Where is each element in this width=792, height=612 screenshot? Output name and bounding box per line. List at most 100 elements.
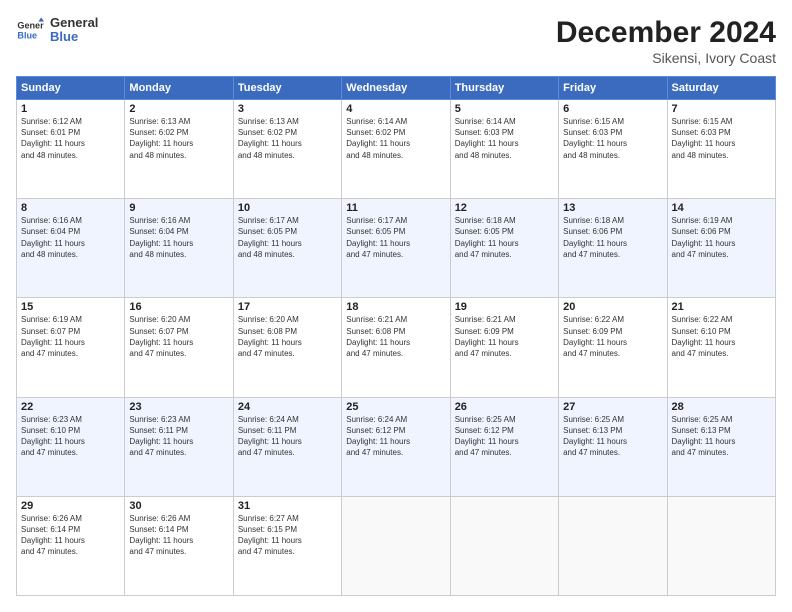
title-block: December 2024 Sikensi, Ivory Coast [556, 16, 776, 66]
day-info: Sunrise: 6:19 AM Sunset: 6:07 PM Dayligh… [21, 314, 120, 359]
svg-text:General: General [17, 21, 44, 31]
calendar-cell: 7Sunrise: 6:15 AM Sunset: 6:03 PM Daylig… [667, 100, 775, 199]
day-info: Sunrise: 6:26 AM Sunset: 6:14 PM Dayligh… [21, 513, 120, 558]
day-info: Sunrise: 6:23 AM Sunset: 6:10 PM Dayligh… [21, 414, 120, 459]
day-info: Sunrise: 6:21 AM Sunset: 6:08 PM Dayligh… [346, 314, 445, 359]
page: General Blue General Blue December 2024 … [0, 0, 792, 612]
day-info: Sunrise: 6:22 AM Sunset: 6:10 PM Dayligh… [672, 314, 771, 359]
calendar-cell: 9Sunrise: 6:16 AM Sunset: 6:04 PM Daylig… [125, 199, 233, 298]
calendar-cell: 20Sunrise: 6:22 AM Sunset: 6:09 PM Dayli… [559, 298, 667, 397]
calendar-cell: 6Sunrise: 6:15 AM Sunset: 6:03 PM Daylig… [559, 100, 667, 199]
day-info: Sunrise: 6:24 AM Sunset: 6:11 PM Dayligh… [238, 414, 337, 459]
calendar-week-5: 29Sunrise: 6:26 AM Sunset: 6:14 PM Dayli… [17, 496, 776, 595]
day-number: 5 [455, 103, 554, 115]
day-number: 14 [672, 202, 771, 214]
day-number: 31 [238, 500, 337, 512]
day-info: Sunrise: 6:18 AM Sunset: 6:05 PM Dayligh… [455, 215, 554, 260]
calendar-cell: 29Sunrise: 6:26 AM Sunset: 6:14 PM Dayli… [17, 496, 125, 595]
calendar-cell: 8Sunrise: 6:16 AM Sunset: 6:04 PM Daylig… [17, 199, 125, 298]
day-info: Sunrise: 6:19 AM Sunset: 6:06 PM Dayligh… [672, 215, 771, 260]
calendar-week-3: 15Sunrise: 6:19 AM Sunset: 6:07 PM Dayli… [17, 298, 776, 397]
day-number: 24 [238, 401, 337, 413]
day-number: 1 [21, 103, 120, 115]
calendar-header-monday: Monday [125, 77, 233, 100]
day-number: 12 [455, 202, 554, 214]
day-number: 20 [563, 301, 662, 313]
calendar-cell [450, 496, 558, 595]
day-info: Sunrise: 6:24 AM Sunset: 6:12 PM Dayligh… [346, 414, 445, 459]
calendar-cell: 24Sunrise: 6:24 AM Sunset: 6:11 PM Dayli… [233, 397, 341, 496]
calendar-cell: 10Sunrise: 6:17 AM Sunset: 6:05 PM Dayli… [233, 199, 341, 298]
day-info: Sunrise: 6:26 AM Sunset: 6:14 PM Dayligh… [129, 513, 228, 558]
day-number: 6 [563, 103, 662, 115]
day-info: Sunrise: 6:14 AM Sunset: 6:02 PM Dayligh… [346, 116, 445, 161]
calendar-cell: 2Sunrise: 6:13 AM Sunset: 6:02 PM Daylig… [125, 100, 233, 199]
calendar-cell: 1Sunrise: 6:12 AM Sunset: 6:01 PM Daylig… [17, 100, 125, 199]
svg-text:Blue: Blue [17, 31, 37, 41]
month-title: December 2024 [556, 16, 776, 50]
calendar-cell: 25Sunrise: 6:24 AM Sunset: 6:12 PM Dayli… [342, 397, 450, 496]
calendar-cell: 14Sunrise: 6:19 AM Sunset: 6:06 PM Dayli… [667, 199, 775, 298]
day-number: 23 [129, 401, 228, 413]
day-info: Sunrise: 6:22 AM Sunset: 6:09 PM Dayligh… [563, 314, 662, 359]
calendar-cell: 27Sunrise: 6:25 AM Sunset: 6:13 PM Dayli… [559, 397, 667, 496]
calendar-cell: 21Sunrise: 6:22 AM Sunset: 6:10 PM Dayli… [667, 298, 775, 397]
logo-general: General [50, 16, 98, 30]
day-info: Sunrise: 6:17 AM Sunset: 6:05 PM Dayligh… [346, 215, 445, 260]
calendar-cell: 22Sunrise: 6:23 AM Sunset: 6:10 PM Dayli… [17, 397, 125, 496]
day-number: 17 [238, 301, 337, 313]
header: General Blue General Blue December 2024 … [16, 16, 776, 66]
calendar-cell: 18Sunrise: 6:21 AM Sunset: 6:08 PM Dayli… [342, 298, 450, 397]
day-info: Sunrise: 6:27 AM Sunset: 6:15 PM Dayligh… [238, 513, 337, 558]
calendar-cell: 30Sunrise: 6:26 AM Sunset: 6:14 PM Dayli… [125, 496, 233, 595]
calendar-cell: 23Sunrise: 6:23 AM Sunset: 6:11 PM Dayli… [125, 397, 233, 496]
day-info: Sunrise: 6:12 AM Sunset: 6:01 PM Dayligh… [21, 116, 120, 161]
subtitle: Sikensi, Ivory Coast [556, 50, 776, 66]
day-number: 25 [346, 401, 445, 413]
day-number: 29 [21, 500, 120, 512]
calendar-header-thursday: Thursday [450, 77, 558, 100]
day-number: 10 [238, 202, 337, 214]
calendar-cell: 13Sunrise: 6:18 AM Sunset: 6:06 PM Dayli… [559, 199, 667, 298]
calendar-cell: 16Sunrise: 6:20 AM Sunset: 6:07 PM Dayli… [125, 298, 233, 397]
day-number: 13 [563, 202, 662, 214]
day-info: Sunrise: 6:17 AM Sunset: 6:05 PM Dayligh… [238, 215, 337, 260]
day-number: 21 [672, 301, 771, 313]
calendar-cell: 31Sunrise: 6:27 AM Sunset: 6:15 PM Dayli… [233, 496, 341, 595]
calendar-cell [342, 496, 450, 595]
logo-icon: General Blue [16, 16, 44, 44]
day-info: Sunrise: 6:13 AM Sunset: 6:02 PM Dayligh… [129, 116, 228, 161]
calendar-table: SundayMondayTuesdayWednesdayThursdayFrid… [16, 76, 776, 596]
day-info: Sunrise: 6:25 AM Sunset: 6:13 PM Dayligh… [672, 414, 771, 459]
day-info: Sunrise: 6:18 AM Sunset: 6:06 PM Dayligh… [563, 215, 662, 260]
day-number: 30 [129, 500, 228, 512]
day-number: 22 [21, 401, 120, 413]
day-info: Sunrise: 6:25 AM Sunset: 6:12 PM Dayligh… [455, 414, 554, 459]
calendar-week-1: 1Sunrise: 6:12 AM Sunset: 6:01 PM Daylig… [17, 100, 776, 199]
day-info: Sunrise: 6:15 AM Sunset: 6:03 PM Dayligh… [563, 116, 662, 161]
day-info: Sunrise: 6:15 AM Sunset: 6:03 PM Dayligh… [672, 116, 771, 161]
day-info: Sunrise: 6:20 AM Sunset: 6:07 PM Dayligh… [129, 314, 228, 359]
calendar-cell: 17Sunrise: 6:20 AM Sunset: 6:08 PM Dayli… [233, 298, 341, 397]
day-info: Sunrise: 6:16 AM Sunset: 6:04 PM Dayligh… [21, 215, 120, 260]
day-number: 4 [346, 103, 445, 115]
day-info: Sunrise: 6:25 AM Sunset: 6:13 PM Dayligh… [563, 414, 662, 459]
calendar-cell: 15Sunrise: 6:19 AM Sunset: 6:07 PM Dayli… [17, 298, 125, 397]
calendar-cell: 11Sunrise: 6:17 AM Sunset: 6:05 PM Dayli… [342, 199, 450, 298]
day-number: 2 [129, 103, 228, 115]
calendar-cell: 28Sunrise: 6:25 AM Sunset: 6:13 PM Dayli… [667, 397, 775, 496]
day-number: 16 [129, 301, 228, 313]
day-number: 3 [238, 103, 337, 115]
calendar-header-friday: Friday [559, 77, 667, 100]
calendar-cell: 26Sunrise: 6:25 AM Sunset: 6:12 PM Dayli… [450, 397, 558, 496]
calendar-cell [559, 496, 667, 595]
day-number: 9 [129, 202, 228, 214]
day-info: Sunrise: 6:13 AM Sunset: 6:02 PM Dayligh… [238, 116, 337, 161]
logo: General Blue General Blue [16, 16, 98, 45]
day-number: 27 [563, 401, 662, 413]
calendar-cell: 3Sunrise: 6:13 AM Sunset: 6:02 PM Daylig… [233, 100, 341, 199]
day-number: 26 [455, 401, 554, 413]
day-number: 15 [21, 301, 120, 313]
calendar-week-2: 8Sunrise: 6:16 AM Sunset: 6:04 PM Daylig… [17, 199, 776, 298]
day-number: 11 [346, 202, 445, 214]
